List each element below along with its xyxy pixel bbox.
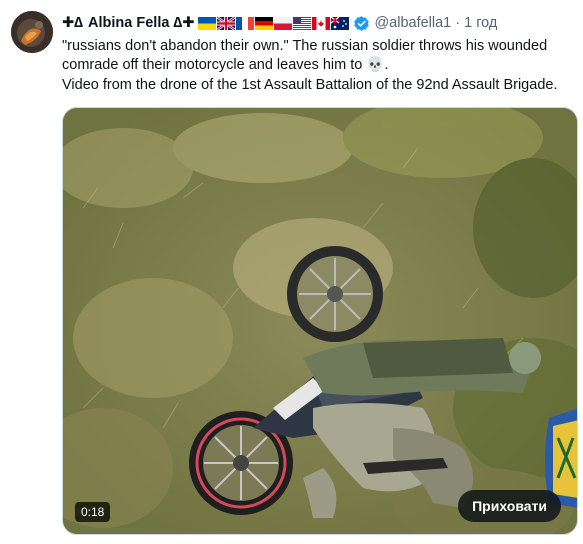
australia-flag-icon [331, 16, 350, 30]
canada-flag-icon [312, 16, 331, 30]
skull-emoji: 💀 [366, 57, 385, 74]
tweet-text-line-1: "russians don't abandon their own." The … [62, 38, 548, 54]
author-handle[interactable]: @albafella1 [374, 15, 451, 31]
germany-flag-icon [255, 16, 274, 30]
uk-flag-icon [217, 16, 236, 30]
video-duration: 0:18 [75, 502, 111, 522]
tweet-header: ✚∆ Albina Fella ∆✚ @albafella1 · 1 год [62, 13, 577, 33]
hide-button[interactable]: Приховати [458, 490, 561, 522]
ukraine-flag-icon [198, 16, 217, 30]
poland-flag-icon [274, 16, 293, 30]
usa-flag-icon [293, 16, 312, 30]
video-player[interactable]: 0:18 Приховати [62, 107, 578, 535]
tweet-text: "russians don't abandon their own." The … [62, 37, 582, 95]
author-prefix-symbols: ✚∆ [62, 15, 84, 31]
tweet-text-line-2: comrade off their motorcycle and leaves … [62, 56, 582, 75]
flag-icons [198, 16, 350, 30]
tweet-text-line-2-end: . [384, 57, 389, 74]
author-display-name[interactable]: Albina Fella [88, 15, 169, 31]
avatar[interactable] [11, 11, 53, 53]
tweet[interactable]: ✚∆ Albina Fella ∆✚ @albafella1 · 1 год "… [0, 0, 583, 544]
author-suffix-symbols: ∆✚ [173, 15, 195, 31]
tweet-text-line-2-body: comrade off their motorcycle and leaves … [62, 57, 363, 74]
france-flag-icon [236, 16, 255, 30]
separator-dot: · [455, 15, 461, 31]
timestamp[interactable]: 1 год [464, 15, 497, 31]
verified-badge-icon [353, 15, 370, 32]
video-frame [63, 108, 577, 534]
tweet-text-line-3: Video from the drone of the 1st Assault … [62, 76, 558, 93]
